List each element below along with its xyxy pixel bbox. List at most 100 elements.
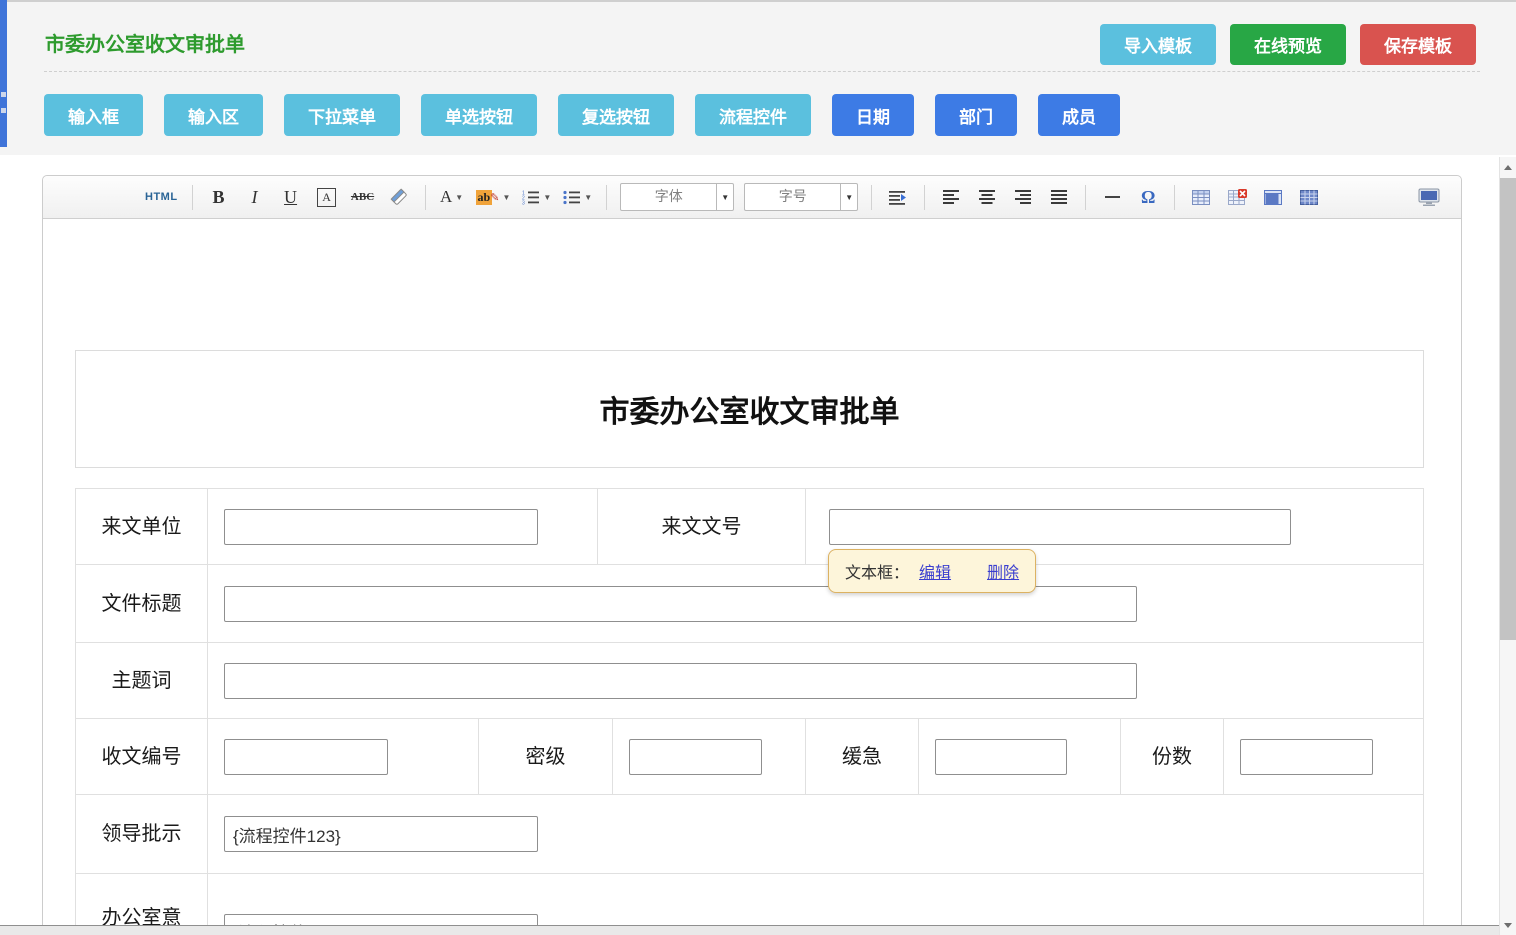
edit-field-link[interactable]: 编辑 bbox=[919, 559, 951, 583]
delete-field-link[interactable]: 删除 bbox=[987, 559, 1019, 583]
field-control-toolbar: 输入框 输入区 下拉菜单 单选按钮 复选按钮 流程控件 日期 部门 成员 bbox=[44, 94, 1120, 136]
input-keywords[interactable] bbox=[224, 663, 1137, 699]
input-source-unit[interactable] bbox=[224, 509, 538, 545]
bold-icon: B bbox=[213, 187, 225, 208]
chevron-down-icon: ▼ bbox=[455, 193, 463, 202]
form-title: 市委办公室收文审批单 bbox=[600, 387, 900, 431]
input-leader-comments[interactable] bbox=[224, 816, 538, 852]
label-document-title: 文件标题 bbox=[76, 565, 208, 642]
input-document-number[interactable] bbox=[829, 509, 1291, 545]
triangle-down-icon bbox=[1504, 923, 1512, 928]
underline-button[interactable]: U bbox=[275, 183, 307, 211]
italic-button[interactable]: I bbox=[239, 183, 271, 211]
table-row: 来文单位 来文文号 bbox=[76, 489, 1423, 565]
merge-cells-button[interactable] bbox=[1257, 183, 1289, 211]
strip-handle-icon bbox=[1, 92, 6, 97]
horizontal-rule-button[interactable] bbox=[1096, 183, 1128, 211]
align-justify-icon bbox=[1051, 190, 1067, 204]
add-flow-control-button[interactable]: 流程控件 bbox=[695, 94, 811, 136]
label-keywords: 主题词 bbox=[76, 643, 208, 718]
font-family-select[interactable]: 字体 ▼ bbox=[620, 183, 734, 211]
indent-icon bbox=[889, 190, 907, 205]
add-textarea-button[interactable]: 输入区 bbox=[164, 94, 263, 136]
ordered-list-button[interactable]: 1 2 3 ▼ bbox=[518, 183, 555, 211]
indent-button[interactable] bbox=[882, 183, 914, 211]
toolbar-separator bbox=[871, 185, 872, 210]
chevron-down-icon: ▼ bbox=[584, 193, 592, 202]
table-row: 领导批示 bbox=[76, 795, 1423, 874]
cell-keywords bbox=[208, 643, 1423, 718]
chevron-down-icon: ▼ bbox=[502, 193, 510, 202]
add-date-button[interactable]: 日期 bbox=[832, 94, 914, 136]
input-urgency[interactable] bbox=[935, 739, 1067, 775]
insert-table-icon bbox=[1192, 190, 1210, 205]
align-center-icon bbox=[979, 190, 995, 204]
form-table: 来文单位 来文文号 文件标题 bbox=[75, 488, 1424, 925]
form-template-editor-page: 市委办公室收文审批单 导入模板 在线预览 保存模板 输入框 输入区 下拉菜单 单… bbox=[0, 0, 1516, 935]
add-department-button[interactable]: 部门 bbox=[935, 94, 1017, 136]
underline-icon: U bbox=[284, 187, 297, 208]
highlight-color-button[interactable]: ab✎▼ bbox=[472, 183, 515, 211]
online-preview-button[interactable]: 在线预览 bbox=[1230, 24, 1346, 65]
html-source-button[interactable]: HTML bbox=[141, 183, 182, 211]
add-input-box-button[interactable]: 输入框 bbox=[44, 94, 143, 136]
toolbar-separator bbox=[192, 185, 193, 210]
input-receipt-number[interactable] bbox=[224, 739, 388, 775]
form-title-box: 市委办公室收文审批单 bbox=[75, 350, 1424, 468]
text-style-button[interactable]: A bbox=[311, 183, 343, 211]
vertical-scrollbar[interactable] bbox=[1499, 157, 1516, 935]
label-office-opinion: 办公室意见 bbox=[76, 874, 208, 925]
add-member-button[interactable]: 成员 bbox=[1038, 94, 1120, 136]
strikethrough-icon: ABC bbox=[351, 191, 374, 203]
header: 市委办公室收文审批单 导入模板 在线预览 保存模板 输入框 输入区 下拉菜单 单… bbox=[0, 2, 1516, 155]
align-justify-button[interactable] bbox=[1043, 183, 1075, 211]
align-center-button[interactable] bbox=[971, 183, 1003, 211]
add-checkbox-button[interactable]: 复选按钮 bbox=[558, 94, 674, 136]
strikethrough-button[interactable]: ABC bbox=[347, 183, 379, 211]
merge-cells-icon bbox=[1264, 190, 1282, 205]
align-left-button[interactable] bbox=[935, 183, 967, 211]
input-copies[interactable] bbox=[1240, 739, 1373, 775]
ordered-list-icon: 1 2 3 bbox=[522, 190, 540, 205]
editor-content[interactable]: 市委办公室收文审批单 来文单位 来文文号 文件标题 bbox=[43, 219, 1461, 925]
scrollbar-thumb[interactable] bbox=[1500, 178, 1516, 640]
import-template-button[interactable]: 导入模板 bbox=[1100, 24, 1216, 65]
cell-source-unit bbox=[208, 489, 598, 564]
horizontal-scrollbar[interactable] bbox=[0, 925, 1499, 935]
font-color-button[interactable]: A▼ bbox=[436, 183, 468, 211]
delete-table-icon bbox=[1228, 189, 1247, 205]
toolbar-separator bbox=[1174, 185, 1175, 210]
scroll-down-arrow[interactable] bbox=[1500, 917, 1516, 934]
special-char-button[interactable]: Ω bbox=[1132, 183, 1164, 211]
add-dropdown-button[interactable]: 下拉菜单 bbox=[284, 94, 400, 136]
toolbar-separator bbox=[606, 185, 607, 210]
input-secrecy-level[interactable] bbox=[629, 739, 762, 775]
chevron-down-icon[interactable]: ▼ bbox=[716, 184, 733, 210]
chevron-down-icon[interactable]: ▼ bbox=[840, 184, 857, 210]
toolbar-separator bbox=[1085, 185, 1086, 210]
unordered-list-button[interactable]: ▼ bbox=[559, 183, 596, 211]
italic-icon: I bbox=[252, 187, 258, 208]
align-right-icon bbox=[1015, 190, 1031, 204]
fullscreen-button[interactable] bbox=[1413, 183, 1445, 211]
insert-table-button[interactable] bbox=[1185, 183, 1217, 211]
align-right-button[interactable] bbox=[1007, 183, 1039, 211]
unordered-list-icon bbox=[563, 190, 581, 205]
font-size-select[interactable]: 字号 ▼ bbox=[744, 183, 858, 211]
scroll-up-arrow[interactable] bbox=[1500, 159, 1516, 176]
table-row: 主题词 bbox=[76, 643, 1423, 719]
table-row: 文件标题 bbox=[76, 565, 1423, 643]
input-office-opinion[interactable] bbox=[224, 914, 538, 926]
delete-table-button[interactable] bbox=[1221, 183, 1253, 211]
label-secrecy-level: 密级 bbox=[479, 719, 613, 794]
table-properties-button[interactable] bbox=[1293, 183, 1325, 211]
collapsed-sidebar-strip[interactable] bbox=[0, 0, 7, 147]
tooltip-field-type: 文本框： bbox=[845, 559, 909, 583]
save-template-button[interactable]: 保存模板 bbox=[1360, 24, 1476, 65]
rich-text-editor: HTML B I U A ABC A▼ ab✎▼ 1 2 bbox=[42, 175, 1462, 926]
remove-format-button[interactable] bbox=[383, 183, 415, 211]
cell-copies bbox=[1224, 719, 1423, 794]
bold-button[interactable]: B bbox=[203, 183, 235, 211]
add-radio-button[interactable]: 单选按钮 bbox=[421, 94, 537, 136]
html-source-icon: HTML bbox=[145, 191, 178, 203]
